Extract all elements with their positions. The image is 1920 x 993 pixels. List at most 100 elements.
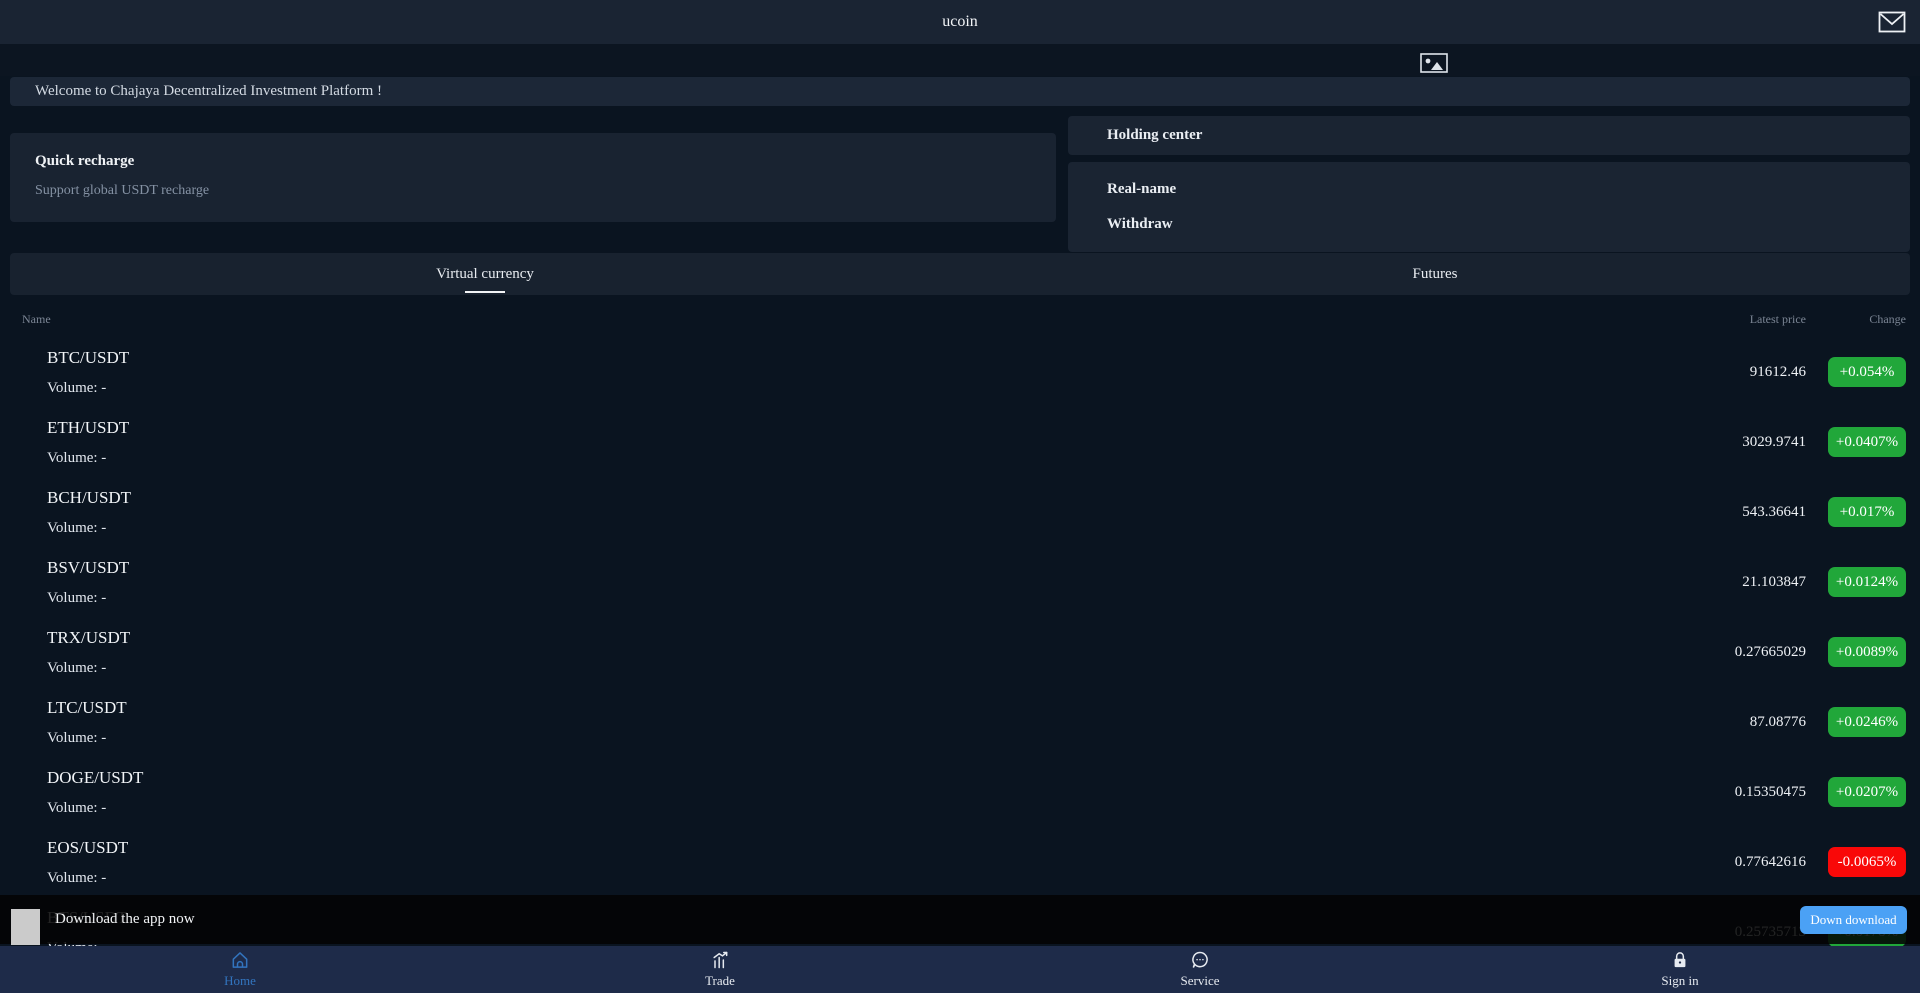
pair-price: 543.36641 — [1586, 504, 1806, 521]
pair-price: 87.08776 — [1586, 714, 1806, 731]
menu-item-withdraw[interactable]: Withdraw — [1107, 216, 1910, 233]
change-badge: +0.0246% — [1828, 707, 1906, 737]
pair-volume: Volume: - — [47, 590, 1586, 607]
pair-quote: 21.103847 +0.0124% — [1586, 567, 1906, 597]
pair-symbol: BCH/USDT — [47, 488, 1586, 508]
table-row[interactable]: BTC/USDT Volume: -91612.46 +0.054% — [0, 337, 1920, 407]
download-app-text: Download the app now — [55, 911, 195, 928]
header-latest-price: Latest price — [1606, 312, 1806, 327]
app-title: ucoin — [942, 13, 978, 31]
signin-lock-icon — [1670, 950, 1690, 970]
download-app-bar: Download the app now Down download — [0, 895, 1920, 944]
pair-info: LTC/USDT Volume: - — [47, 698, 1586, 747]
nav-item-home[interactable]: Home — [0, 946, 480, 993]
pair-quote: 87.08776 +0.0246% — [1586, 707, 1906, 737]
pair-symbol: EOS/USDT — [47, 838, 1586, 858]
tab-virtual-currency-label: Virtual currency — [436, 266, 534, 283]
pair-volume: Volume: - — [47, 870, 1586, 887]
broken-image-icon — [1420, 53, 1448, 73]
nav-item-trade[interactable]: Trade — [480, 946, 960, 993]
tab-futures-label: Futures — [1413, 266, 1458, 283]
app-page: ucoin Welcome to Chajaya Decentralized I… — [0, 0, 1920, 993]
pair-info: ETH/USDT Volume: - — [47, 418, 1586, 467]
app-logo-placeholder — [11, 909, 40, 945]
nav-label-trade: Trade — [705, 973, 735, 989]
pair-volume: Volume: - — [47, 660, 1586, 677]
pair-symbol: TRX/USDT — [47, 628, 1586, 648]
nav-item-service[interactable]: Service — [960, 946, 1440, 993]
pair-volume: Volume: - — [47, 520, 1586, 537]
bottom-nav: Home Trade Service — [0, 946, 1920, 993]
pair-info: BSV/USDT Volume: - — [47, 558, 1586, 607]
quick-recharge-subtitle: Support global USDT recharge — [35, 183, 1056, 199]
top-navbar: ucoin — [0, 0, 1920, 44]
pair-symbol: DOGE/USDT — [47, 768, 1586, 788]
market-table-header: Name Latest price Change — [0, 305, 1920, 333]
account-menu-card: Real-name Withdraw — [1068, 162, 1910, 252]
welcome-text: Welcome to Chajaya Decentralized Investm… — [35, 83, 382, 100]
market-list: BTC/USDTVolume: -91612.46+0.054%ETH/USDT… — [0, 337, 1920, 967]
pair-volume: Volume: - — [47, 450, 1586, 467]
trade-icon — [710, 950, 730, 970]
change-badge: +0.0207% — [1828, 777, 1906, 807]
banner-carousel — [0, 44, 1920, 76]
table-row[interactable]: LTC/USDT Volume: -87.08776 +0.0246% — [0, 687, 1920, 757]
holding-center-card[interactable]: Holding center — [1068, 116, 1910, 155]
table-row[interactable]: EOS/USDT Volume: -0.77642616 -0.0065% — [0, 827, 1920, 897]
change-badge: +0.0089% — [1828, 637, 1906, 667]
nav-label-service: Service — [1181, 973, 1220, 989]
header-name: Name — [22, 312, 1606, 327]
market-tabbar: Virtual currency Futures — [10, 253, 1910, 295]
table-row[interactable]: BSV/USDT Volume: -21.103847 +0.0124% — [0, 547, 1920, 617]
pair-quote: 0.77642616 -0.0065% — [1586, 847, 1906, 877]
pair-price: 0.77642616 — [1586, 854, 1806, 871]
change-badge: +0.054% — [1828, 357, 1906, 387]
nav-item-signin[interactable]: Sign in — [1440, 946, 1920, 993]
pair-symbol: BTC/USDT — [47, 348, 1586, 368]
pair-info: EOS/USDT Volume: - — [47, 838, 1586, 887]
pair-info: DOGE/USDT Volume: - — [47, 768, 1586, 817]
table-row[interactable]: DOGE/USDT Volume: -0.15350475 +0.0207% — [0, 757, 1920, 827]
menu-item-real-name[interactable]: Real-name — [1107, 181, 1910, 198]
mail-icon[interactable] — [1878, 11, 1906, 33]
table-row[interactable]: BCH/USDT Volume: -543.36641 +0.017% — [0, 477, 1920, 547]
pair-price: 91612.46 — [1586, 364, 1806, 381]
pair-price: 21.103847 — [1586, 574, 1806, 591]
quick-recharge-title: Quick recharge — [35, 153, 1056, 170]
nav-label-signin: Sign in — [1661, 973, 1698, 989]
service-icon — [1190, 950, 1210, 970]
table-row[interactable]: ETH/USDT Volume: -3029.9741 +0.0407% — [0, 407, 1920, 477]
pair-symbol: LTC/USDT — [47, 698, 1586, 718]
table-row[interactable]: TRX/USDT Volume: -0.27665029 +0.0089% — [0, 617, 1920, 687]
tab-virtual-currency[interactable]: Virtual currency — [10, 253, 960, 295]
pair-symbol: ETH/USDT — [47, 418, 1586, 438]
pair-symbol: BSV/USDT — [47, 558, 1586, 578]
download-app-button[interactable]: Down download — [1800, 906, 1907, 934]
pair-info: BTC/USDT Volume: - — [47, 348, 1586, 397]
welcome-notice-bar: Welcome to Chajaya Decentralized Investm… — [10, 77, 1910, 106]
pair-quote: 0.15350475 +0.0207% — [1586, 777, 1906, 807]
change-badge: +0.0407% — [1828, 427, 1906, 457]
change-badge: +0.017% — [1828, 497, 1906, 527]
pair-quote: 543.36641 +0.017% — [1586, 497, 1906, 527]
pair-quote: 3029.9741 +0.0407% — [1586, 427, 1906, 457]
pair-volume: Volume: - — [47, 380, 1586, 397]
tab-futures[interactable]: Futures — [960, 253, 1910, 295]
pair-quote: 0.27665029 +0.0089% — [1586, 637, 1906, 667]
menu-item-holding-center[interactable]: Holding center — [1107, 127, 1202, 144]
pair-volume: Volume: - — [47, 730, 1586, 747]
home-icon — [230, 950, 250, 970]
pair-volume: Volume: - — [47, 800, 1586, 817]
change-badge: +0.0124% — [1828, 567, 1906, 597]
header-change: Change — [1828, 312, 1906, 327]
pair-price: 0.27665029 — [1586, 644, 1806, 661]
active-tab-underline — [465, 291, 505, 293]
pair-quote: 91612.46 +0.054% — [1586, 357, 1906, 387]
nav-label-home: Home — [224, 973, 256, 989]
pair-price: 0.15350475 — [1586, 784, 1806, 801]
change-badge: -0.0065% — [1828, 847, 1906, 877]
quick-recharge-card[interactable]: Quick recharge Support global USDT recha… — [10, 133, 1056, 222]
pair-info: BCH/USDT Volume: - — [47, 488, 1586, 537]
pair-price: 3029.9741 — [1586, 434, 1806, 451]
pair-info: TRX/USDT Volume: - — [47, 628, 1586, 677]
